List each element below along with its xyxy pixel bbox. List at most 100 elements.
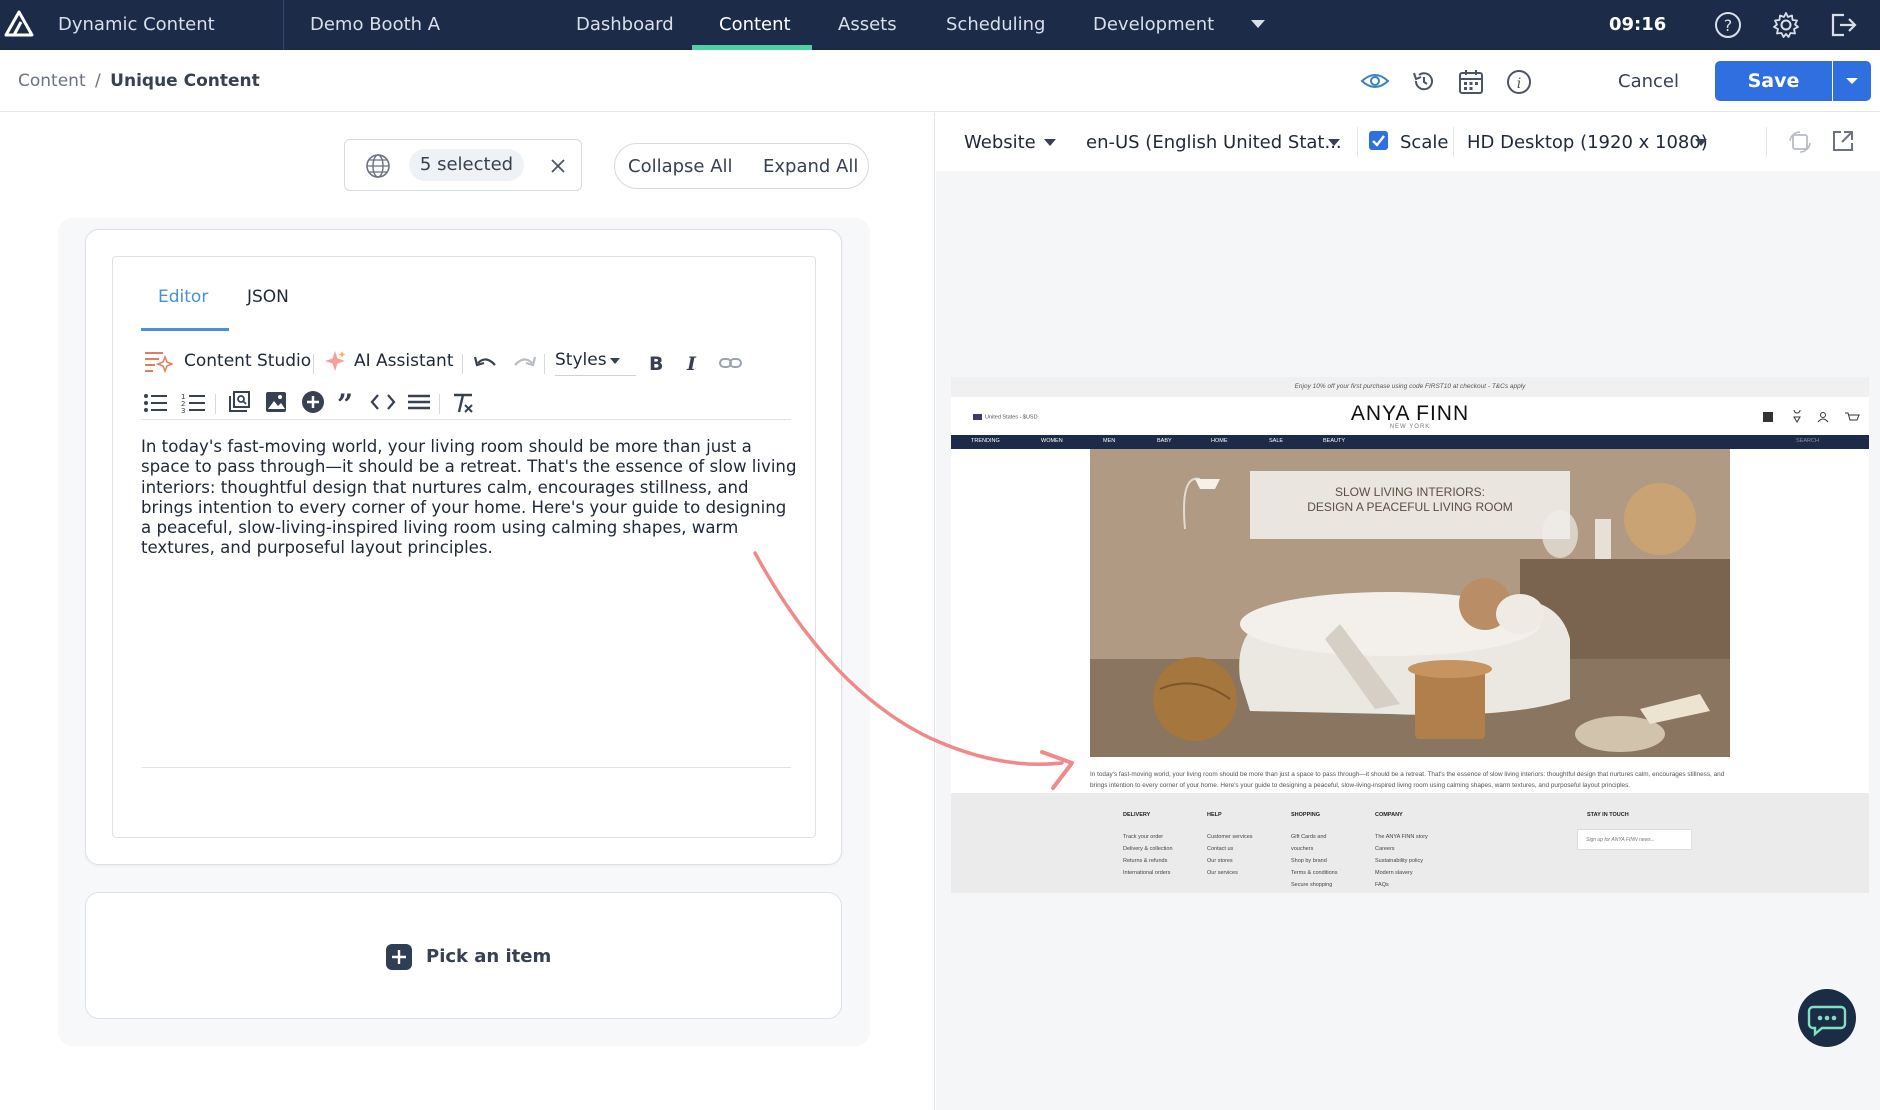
locale-chevron-down-icon[interactable]	[1327, 138, 1341, 147]
styles-chevron-down-icon[interactable]	[609, 357, 621, 365]
footer-delivery: DELIVERY Track your order Delivery & col…	[1123, 809, 1173, 879]
footer-link: Terms & conditions	[1291, 870, 1338, 876]
breadcrumb-root[interactable]: Content	[18, 71, 86, 91]
content-studio-button[interactable]: Content Studio	[184, 351, 311, 371]
svg-text:i: i	[1517, 76, 1521, 92]
image-icon[interactable]	[265, 391, 287, 413]
footer-link: Secure shopping	[1291, 882, 1333, 888]
rotate-icon[interactable]	[1787, 129, 1813, 155]
collapse-all-button[interactable]: Collapse All	[628, 156, 733, 177]
tab-json[interactable]: JSON	[247, 287, 289, 307]
divider	[1453, 127, 1454, 157]
undo-icon[interactable]	[473, 353, 499, 373]
expand-all-button[interactable]: Expand All	[763, 156, 858, 177]
footer-link: Track your order	[1123, 834, 1164, 840]
content-studio-icon[interactable]	[143, 349, 173, 373]
help-icon[interactable]: ?	[1714, 11, 1742, 39]
chat-support-button[interactable]	[1798, 989, 1856, 1047]
preview-eye-icon[interactable]	[1360, 69, 1390, 93]
toolbar-divider	[313, 354, 314, 374]
calendar-icon[interactable]	[1458, 69, 1484, 95]
footer-heading: COMPANY	[1375, 812, 1403, 818]
device-dropdown[interactable]: HD Desktop (1920 x 1080)	[1467, 132, 1708, 153]
site-nav-bar: TRENDING WOMEN MEN BABY HOME SALE BEAUTY…	[951, 435, 1869, 449]
bullet-list-icon[interactable]	[143, 392, 169, 414]
app-logo-icon[interactable]	[4, 10, 34, 38]
nav-development[interactable]: Development	[1093, 14, 1214, 35]
website-preview: Enjoy 10% off your first purchase using …	[951, 377, 1869, 893]
footer-link: Delivery & collection	[1123, 846, 1173, 852]
code-icon[interactable]	[370, 393, 396, 411]
pick-item-card[interactable]: Pick an item	[85, 892, 842, 1019]
preview-toolbar: Website en-US (English United Stat... Sc…	[936, 113, 1880, 171]
site-brand-logo: ANYA FINN	[1350, 402, 1470, 425]
app-name[interactable]: Dynamic Content	[58, 14, 215, 35]
footer-link: The ANYA FINN story	[1375, 834, 1428, 840]
footer-help: HELP Customer services Contact us Our st…	[1207, 809, 1253, 879]
clear-format-icon[interactable]	[451, 392, 475, 414]
info-icon[interactable]: i	[1506, 69, 1532, 95]
locale-dropdown[interactable]: en-US (English United Stat...	[1086, 132, 1342, 153]
horizontal-rule-icon[interactable]	[407, 394, 431, 410]
scale-label: Scale	[1400, 132, 1449, 153]
toolbar-divider	[544, 354, 545, 374]
italic-icon[interactable]: I	[685, 352, 703, 374]
add-plus-icon[interactable]	[386, 944, 412, 970]
editor-bottom-rule	[141, 767, 791, 768]
site-search: SEARCH	[1796, 438, 1819, 444]
logout-icon[interactable]	[1828, 11, 1858, 39]
numbered-list-icon[interactable]: 123	[181, 392, 207, 414]
nav-more-chevron-down-icon[interactable]	[1250, 19, 1266, 29]
ai-sparkle-icon[interactable]	[323, 350, 347, 372]
divider	[1766, 127, 1767, 157]
hub-name[interactable]: Demo Booth A	[310, 14, 440, 35]
rich-text-editor: Editor JSON Content Studio AI Assistant …	[112, 256, 816, 838]
open-external-icon[interactable]	[1831, 129, 1855, 153]
redo-icon[interactable]	[511, 353, 537, 373]
nav-scheduling[interactable]: Scheduling	[946, 14, 1045, 35]
top-bar: Dynamic Content Demo Booth A Dashboard C…	[0, 0, 1880, 50]
footer-link: Our stores	[1207, 858, 1233, 864]
cancel-button[interactable]: Cancel	[1618, 71, 1679, 92]
channel-chevron-down-icon[interactable]	[1043, 138, 1057, 147]
clear-locale-close-icon[interactable]	[550, 158, 566, 174]
save-button[interactable]: Save	[1715, 61, 1832, 101]
svg-text:?: ?	[1724, 16, 1733, 35]
footer-heading: STAY IN TOUCH	[1587, 812, 1629, 818]
blockquote-icon[interactable]: ”	[337, 392, 359, 412]
insert-plus-circle-icon[interactable]	[301, 390, 325, 414]
footer-link: FAQs	[1375, 882, 1389, 888]
locale-selector[interactable]: 5 selected	[344, 139, 582, 191]
svg-text:3: 3	[181, 407, 185, 414]
site-nav-item: SALE	[1269, 438, 1284, 444]
channel-dropdown[interactable]: Website	[964, 132, 1036, 153]
site-hero-image: SLOW LIVING INTERIORS: DESIGN A PEACEFUL…	[1090, 449, 1730, 757]
styles-underline	[555, 375, 636, 376]
nav-assets[interactable]: Assets	[838, 14, 897, 35]
history-icon[interactable]	[1410, 69, 1436, 93]
link-icon[interactable]	[718, 355, 744, 371]
nav-dashboard[interactable]: Dashboard	[576, 14, 674, 35]
svg-text:B: B	[649, 353, 663, 374]
footer-link: vouchers	[1291, 846, 1314, 852]
settings-gear-icon[interactable]	[1772, 11, 1800, 39]
device-chevron-down-icon[interactable]	[1694, 138, 1708, 147]
pick-item-button[interactable]: Pick an item	[426, 946, 551, 967]
breadcrumb: Content / Unique Content	[18, 71, 260, 91]
footer-link: Returns & refunds	[1123, 858, 1168, 864]
scale-checkbox[interactable]	[1369, 131, 1388, 150]
ai-assistant-button[interactable]: AI Assistant	[354, 351, 454, 371]
content-link-icon[interactable]	[227, 390, 251, 414]
styles-dropdown[interactable]: Styles	[555, 350, 607, 370]
site-hero-line1: SLOW LIVING INTERIORS:	[1334, 485, 1486, 499]
active-tab-indicator	[141, 328, 229, 331]
globe-icon	[365, 153, 391, 179]
tab-editor[interactable]: Editor	[158, 287, 208, 307]
editor-body-text[interactable]: In today's fast-moving world, your livin…	[141, 437, 801, 559]
save-options-chevron-down-icon[interactable]	[1833, 61, 1871, 101]
footer-stay-in-touch: STAY IN TOUCH	[1587, 809, 1629, 831]
svg-text:I: I	[686, 353, 697, 374]
bold-icon[interactable]: B	[647, 352, 665, 374]
footer-heading: DELIVERY	[1123, 812, 1151, 818]
nav-content[interactable]: Content	[719, 14, 791, 35]
